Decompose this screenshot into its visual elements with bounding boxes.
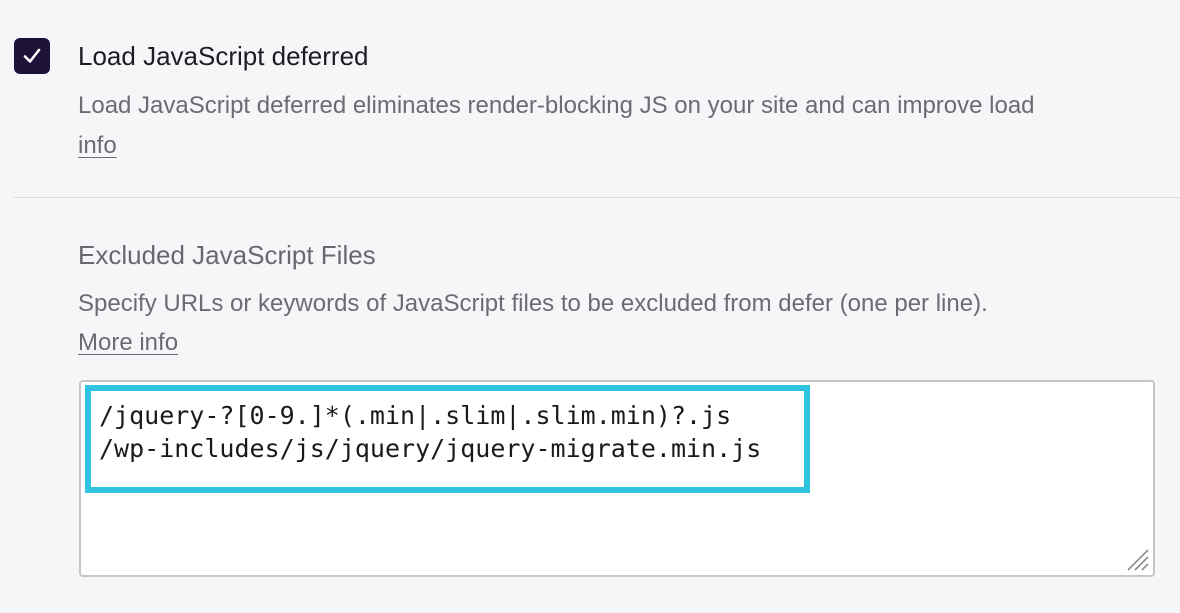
divider — [14, 197, 1180, 198]
more-info-link[interactable]: More info — [78, 326, 178, 360]
excluded-files-textarea[interactable]: /jquery-?[0-9.]*(.min|.slim|.slim.min)?.… — [79, 380, 1155, 577]
checkmark-icon — [23, 48, 41, 63]
excluded-files-description: Specify URLs or keywords of JavaScript f… — [78, 290, 988, 317]
option-title: Load JavaScript deferred — [78, 41, 369, 71]
info-link[interactable]: info — [78, 129, 117, 163]
resize-handle-icon[interactable] — [1122, 544, 1150, 572]
defer-js-checkbox[interactable] — [14, 38, 50, 74]
option-description: Load JavaScript deferred eliminates rend… — [78, 92, 1035, 119]
excluded-files-title: Excluded JavaScript Files — [78, 240, 376, 270]
textarea-line: /wp-includes/js/jquery/jquery-migrate.mi… — [99, 434, 762, 463]
textarea-line: /jquery-?[0-9.]*(.min|.slim|.slim.min)?.… — [99, 401, 732, 430]
